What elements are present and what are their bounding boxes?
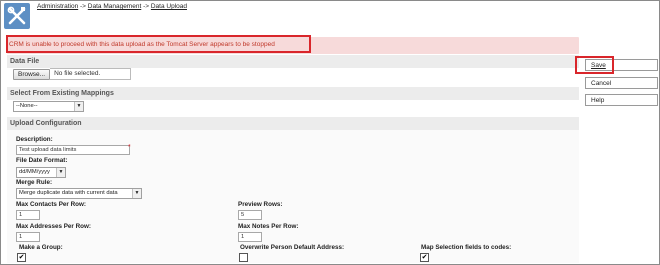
max-notes-input[interactable]: 1 [238, 232, 262, 242]
breadcrumb-data-upload[interactable]: Data Upload [151, 3, 187, 10]
alert-highlight-box [6, 35, 311, 53]
mappings-select[interactable]: --None-- ▼ [13, 101, 84, 112]
overwrite-address-checkbox[interactable] [239, 253, 248, 262]
checkmark-icon: ✔ [18, 254, 25, 261]
cancel-button[interactable]: Cancel [585, 77, 658, 89]
upload-config-heading: Upload Configuration [7, 117, 579, 130]
max-addresses-label: Max Addresses Per Row: [16, 223, 92, 230]
max-notes-label: Max Notes Per Row: [238, 223, 299, 230]
breadcrumb-data-management[interactable]: Data Management [88, 3, 141, 10]
date-format-select[interactable]: dd/MM/yyyy ▼ [16, 167, 66, 178]
max-addresses-input[interactable]: 1 [16, 232, 40, 242]
browse-button[interactable]: Browse... [13, 68, 51, 80]
preview-rows-label: Preview Rows: [238, 201, 283, 208]
merge-rule-select[interactable]: Merge duplicate data with current data ▼ [16, 188, 142, 199]
tools-icon [4, 3, 30, 29]
breadcrumb-separator: -> [143, 3, 150, 10]
date-format-select-value: dd/MM/yyyy [19, 169, 50, 175]
make-group-checkbox[interactable]: ✔ [17, 253, 26, 262]
file-name-display: No file selected. [50, 68, 132, 80]
preview-rows-input[interactable]: 5 [238, 210, 262, 220]
breadcrumb-administration[interactable]: Administration [37, 3, 78, 10]
make-group-label: Make a Group: [19, 244, 63, 251]
description-label: Description: [16, 136, 53, 143]
description-input[interactable]: Test upload data limits [16, 145, 130, 155]
help-button[interactable]: Help [585, 94, 658, 106]
required-marker: * [128, 144, 131, 151]
breadcrumb-separator: -> [80, 3, 86, 10]
map-selection-checkbox[interactable]: ✔ [420, 253, 429, 262]
checkmark-icon: ✔ [421, 254, 428, 261]
file-picker: Browse... No file selected. [13, 68, 132, 80]
max-contacts-label: Max Contacts Per Row: [16, 201, 86, 208]
mappings-select-value: --None-- [16, 103, 38, 109]
help-button-label: Help [591, 97, 605, 104]
merge-rule-select-value: Merge duplicate data with current data [19, 190, 118, 196]
mappings-heading: Select From Existing Mappings [7, 87, 579, 100]
overwrite-address-label: Overwrite Person Default Address: [240, 244, 345, 251]
merge-rule-label: Merge Rule: [16, 179, 53, 186]
chevron-down-icon: ▼ [132, 189, 141, 198]
chevron-down-icon: ▼ [74, 102, 83, 111]
data-file-heading: Data File [7, 55, 579, 68]
breadcrumb: Administration -> Data Management -> Dat… [37, 3, 187, 10]
date-format-label: File Date Format: [16, 157, 68, 164]
max-contacts-input[interactable]: 1 [16, 210, 40, 220]
chevron-down-icon: ▼ [56, 168, 65, 177]
cancel-button-label: Cancel [591, 80, 612, 87]
save-highlight-box [575, 56, 614, 74]
map-selection-label: Map Selection fields to codes: [421, 244, 512, 251]
